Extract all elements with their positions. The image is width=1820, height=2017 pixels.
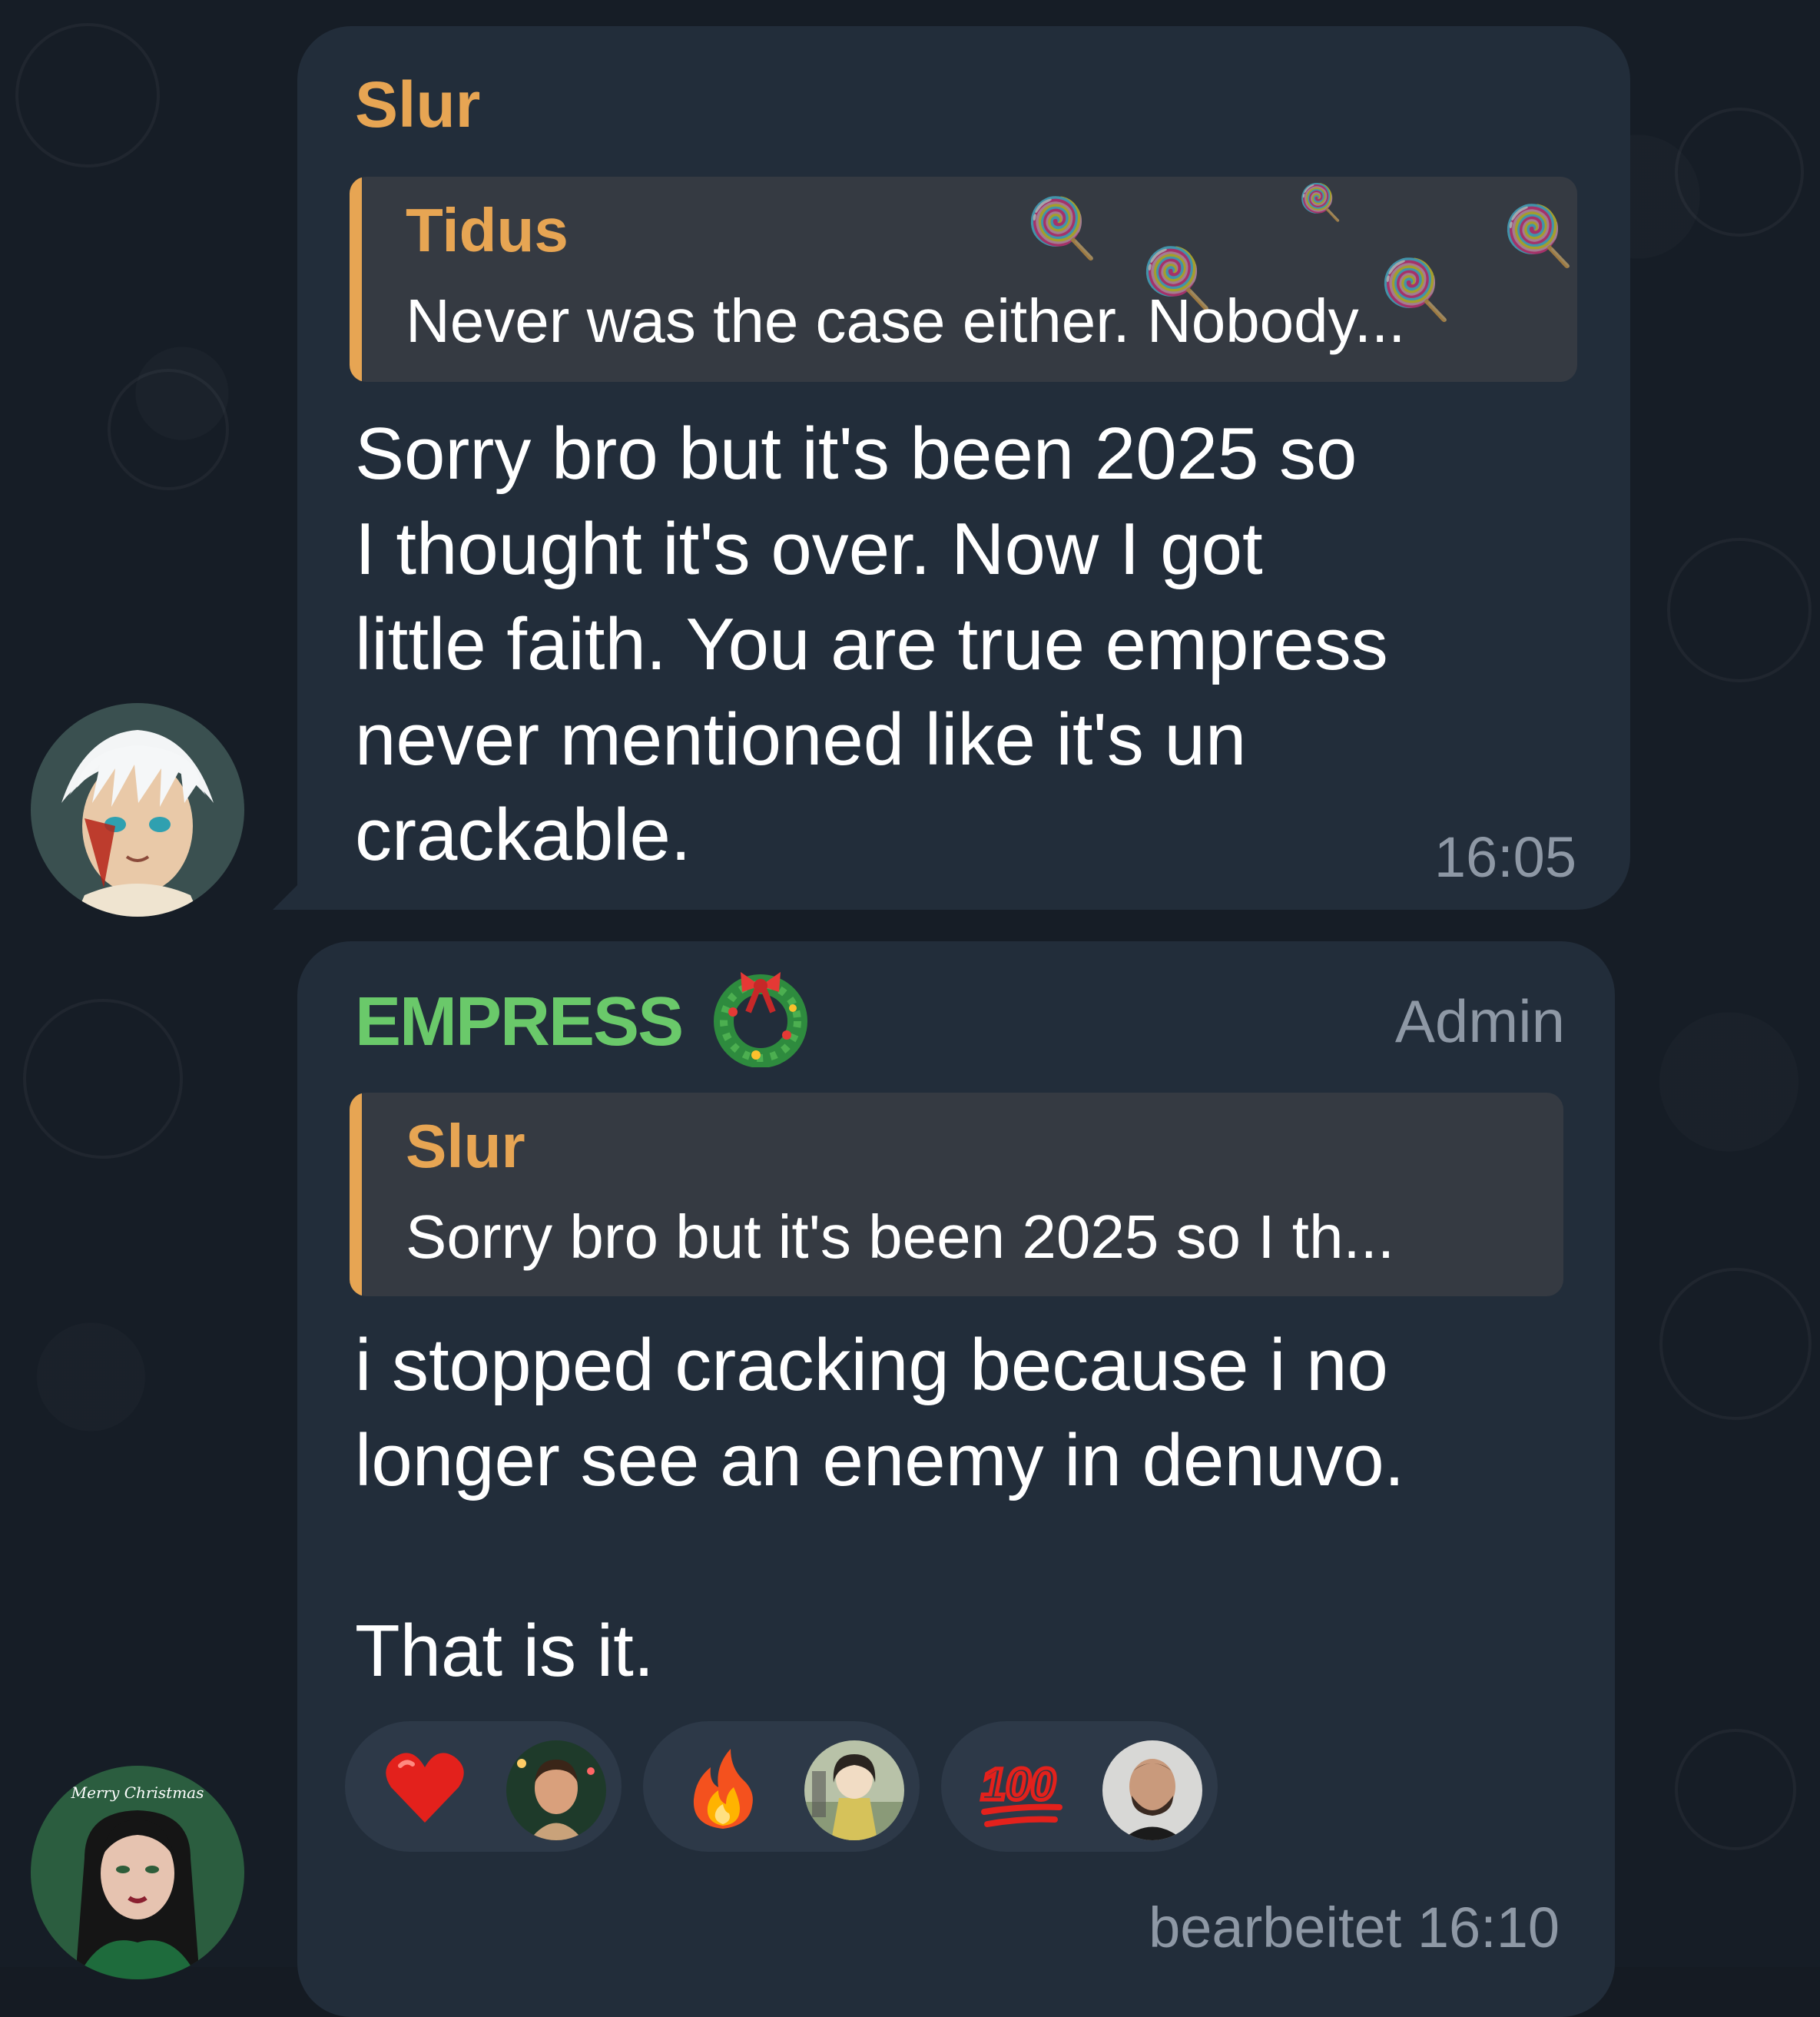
sender-name[interactable]: EMPRESS <box>355 987 684 1057</box>
reaction-hundred[interactable]: 100 <box>941 1721 1218 1852</box>
reply-quote[interactable]: 🍭 🍭 🍭 🍭 🍭 Tidus Never was the case eithe… <box>350 177 1577 382</box>
message-timestamp: bearbeitet 16:10 <box>1149 1896 1560 1959</box>
heart-icon <box>386 1753 464 1823</box>
background-doodle <box>23 999 183 1159</box>
message-text: Sorry bro but it's been 2025 so I though… <box>355 413 1388 876</box>
reaction-heart[interactable] <box>345 1721 622 1852</box>
woman-portrait-avatar[interactable]: Merry Christmas <box>31 1766 244 1979</box>
lollipop-pattern-icon: 🍭 <box>1502 204 1575 269</box>
reaction-fire[interactable] <box>643 1721 920 1852</box>
quote-accent-bar <box>350 177 362 382</box>
background-doodle <box>1667 538 1812 682</box>
bald-man-avatar <box>1102 1740 1202 1840</box>
reply-author: Tidus <box>406 196 569 264</box>
reply-author: Slur <box>406 1112 525 1180</box>
svg-text:100: 100 <box>981 1760 1056 1810</box>
fire-icon <box>693 1749 753 1829</box>
reply-quote[interactable]: Slur Sorry bro but it's been 2025 so I t… <box>350 1093 1563 1296</box>
lollipop-pattern-icon: 🍭 <box>1298 182 1343 222</box>
background-doodle <box>15 23 160 168</box>
background-doodle <box>1659 1268 1812 1420</box>
message-text: i stopped cracking because i no longer s… <box>355 1324 1405 1692</box>
background-doodle <box>108 369 229 490</box>
background-doodle <box>1675 1729 1796 1850</box>
message-timestamp: 16:05 <box>1434 825 1576 889</box>
reply-preview-text: Sorry bro but it's been 2025 so I th... <box>406 1203 1395 1271</box>
message-bubble[interactable]: Slur 🍭 🍭 🍭 🍭 🍭 Tidus Never was the case … <box>273 26 1630 910</box>
hundred-points-icon: 100 <box>980 1758 1062 1827</box>
background-doodle <box>1675 108 1804 237</box>
man-avatar <box>506 1740 606 1840</box>
lollipop-pattern-icon: 🍭 <box>1026 196 1099 261</box>
drawn-girl-avatar <box>804 1740 904 1840</box>
avatar-caption: Merry Christmas <box>71 1783 204 1802</box>
anime-character-avatar[interactable] <box>31 703 244 917</box>
sender-name[interactable]: Slur <box>355 72 480 137</box>
quote-accent-bar <box>350 1093 362 1296</box>
admin-badge: Admin <box>1394 987 1565 1055</box>
christmas-wreath-icon <box>714 972 807 1067</box>
reply-preview-text: Never was the case either. Nobody... <box>406 287 1406 355</box>
message-bubble[interactable]: EMPRESS Admin Slur Sorry bro but it's be… <box>297 941 1615 2017</box>
